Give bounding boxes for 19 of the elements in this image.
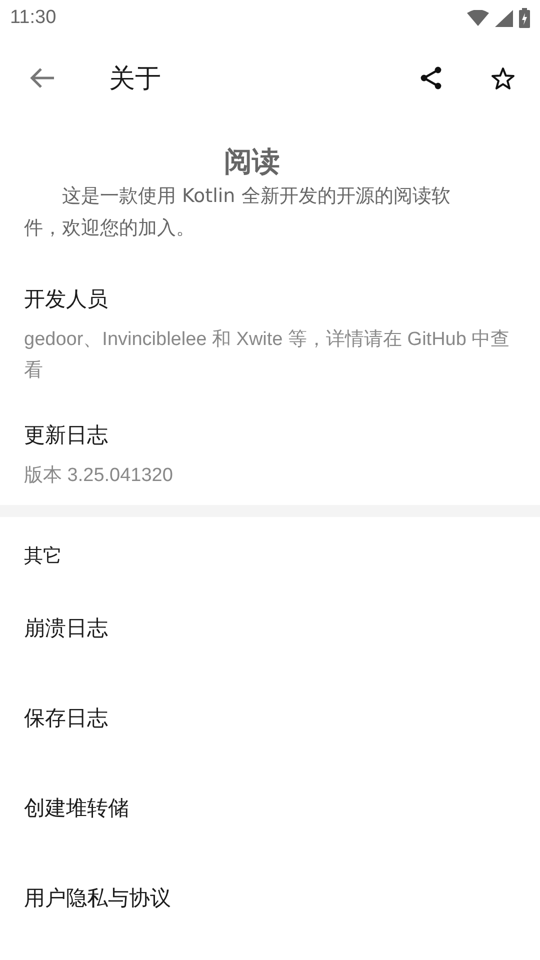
settings-item[interactable]: 用户隐私与协议 bbox=[0, 853, 540, 943]
share-icon[interactable] bbox=[419, 66, 443, 90]
settings-item[interactable]: 保存日志 bbox=[0, 673, 540, 763]
info-title[interactable]: 更新日志 bbox=[24, 420, 512, 450]
app-name: 阅读 bbox=[223, 144, 281, 180]
info-title[interactable]: 开发人员 bbox=[24, 284, 512, 314]
back-icon[interactable] bbox=[29, 67, 55, 89]
battery-charging-icon bbox=[519, 8, 530, 28]
section-header: 其它 bbox=[23, 544, 63, 569]
info-summary: gedoor、Invinciblelee 和 Xwite 等，详情请在 GitHub 中查看 bbox=[24, 328, 511, 383]
settings-item[interactable]: 创建堆转储 bbox=[0, 763, 540, 853]
page-title: 关于 bbox=[109, 62, 162, 96]
signal-icon bbox=[495, 10, 513, 26]
wifi-icon bbox=[467, 10, 489, 26]
info-summary: 版本 3.25.041320 bbox=[24, 464, 174, 488]
settings-item[interactable]: 崩溃日志 bbox=[0, 583, 540, 673]
app-description: 这是一款使用 Kotlin 全新开发的开源的阅读软件，欢迎您的加入。 bbox=[24, 184, 452, 241]
status-time: 11:30 bbox=[10, 7, 56, 29]
star-icon[interactable] bbox=[491, 66, 515, 90]
